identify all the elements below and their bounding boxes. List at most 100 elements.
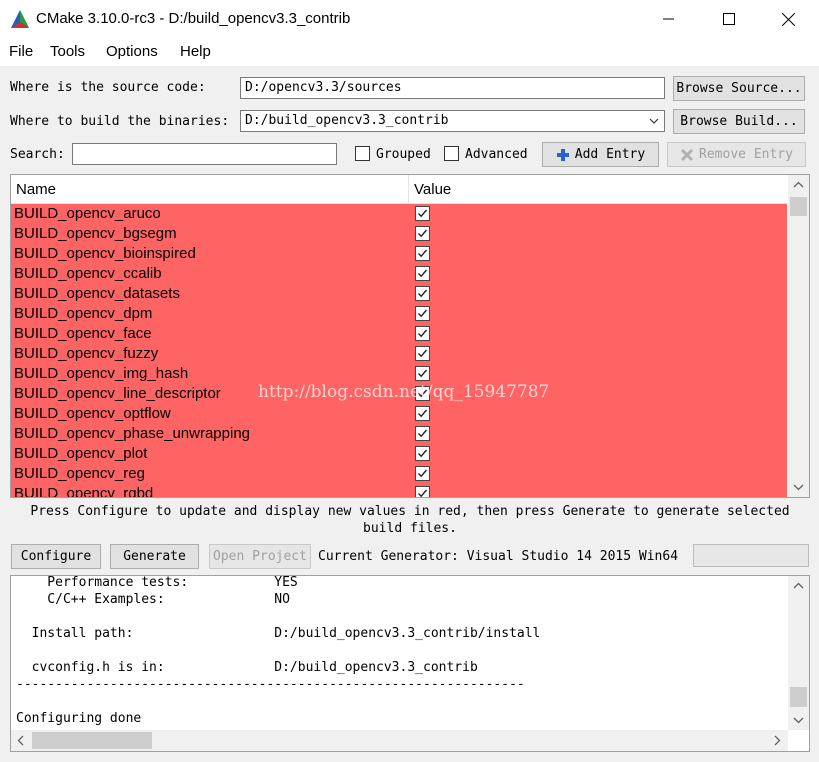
row-name: BUILD_opencv_bioinspired	[14, 245, 196, 262]
table-row[interactable]: BUILD_opencv_line_descriptor	[11, 384, 787, 404]
chevron-up-icon[interactable]	[788, 175, 809, 195]
row-name: BUILD_opencv_plot	[14, 445, 148, 462]
checkmark-icon	[418, 289, 428, 298]
column-divider[interactable]	[408, 175, 409, 204]
table-row[interactable]: BUILD_opencv_img_hash	[11, 364, 787, 384]
search-label: Search:	[10, 147, 65, 162]
row-value-checkbox[interactable]	[415, 226, 430, 241]
row-value-checkbox[interactable]	[415, 286, 430, 301]
close-icon	[781, 12, 795, 26]
table-vertical-scrollbar[interactable]	[788, 175, 809, 497]
row-value-checkbox[interactable]	[415, 426, 430, 441]
output-line: ----------------------------------------…	[16, 677, 525, 692]
remove-entry-label: Remove Entry	[699, 147, 793, 162]
browse-build-button[interactable]: Browse Build...	[673, 109, 805, 134]
chevron-down-icon[interactable]	[648, 115, 660, 127]
checkmark-icon	[418, 269, 428, 278]
chevron-right-icon[interactable]	[767, 730, 787, 751]
build-path-combobox[interactable]: D:/build_opencv3.3_contrib	[240, 110, 665, 132]
menu-options[interactable]: Options	[106, 43, 158, 60]
table-row[interactable]: BUILD_opencv_bioinspired	[11, 244, 787, 264]
output-line: Configuring done	[16, 711, 142, 726]
window-title: CMake 3.10.0-rc3 - D:/build_opencv3.3_co…	[36, 10, 351, 27]
source-path-input[interactable]: D:/opencv3.3/sources	[240, 77, 665, 99]
table-row[interactable]: BUILD_opencv_datasets	[11, 284, 787, 304]
build-path-value: D:/build_opencv3.3_contrib	[245, 113, 449, 128]
row-value-checkbox[interactable]	[415, 266, 430, 281]
table-row[interactable]: BUILD_opencv_optflow	[11, 404, 787, 424]
checkmark-icon	[418, 489, 428, 497]
row-name: BUILD_opencv_ccalib	[14, 265, 162, 282]
table-row[interactable]: BUILD_opencv_phase_unwrapping	[11, 424, 787, 444]
table-row[interactable]: BUILD_opencv_rgbd	[11, 484, 787, 497]
maximize-button[interactable]	[706, 0, 752, 38]
add-entry-button[interactable]: Add Entry	[542, 142, 659, 167]
output-horizontal-scrollbar[interactable]	[11, 730, 788, 751]
configure-button[interactable]: Configure	[11, 544, 101, 569]
generate-button[interactable]: Generate	[110, 544, 199, 569]
menu-bar: File Tools Options Help	[0, 38, 819, 66]
menu-tools[interactable]: Tools	[50, 43, 85, 60]
row-value-checkbox[interactable]	[415, 486, 430, 497]
column-header-value[interactable]: Value	[414, 181, 451, 198]
chevron-down-icon[interactable]	[788, 710, 809, 730]
advanced-label: Advanced	[465, 147, 528, 162]
row-name: BUILD_opencv_face	[14, 325, 152, 342]
checkmark-icon	[418, 229, 428, 238]
add-entry-label: Add Entry	[574, 147, 646, 162]
row-value-checkbox[interactable]	[415, 346, 430, 361]
grouped-checkbox[interactable]	[355, 146, 370, 161]
grouped-label: Grouped	[376, 147, 431, 162]
menu-file[interactable]: File	[9, 43, 33, 60]
configure-hint: Press Configure to update and display ne…	[30, 504, 790, 536]
row-name: BUILD_opencv_reg	[14, 465, 145, 482]
row-value-checkbox[interactable]	[415, 206, 430, 221]
table-header: Name Value	[11, 175, 788, 204]
cmake-logo-icon	[11, 10, 29, 28]
current-generator-label: Current Generator: Visual Studio 14 2015…	[318, 549, 679, 564]
table-body: BUILD_opencv_aruco BUILD_opencv_bgsegm BUI…	[11, 204, 787, 497]
output-scroll-thumb[interactable]	[790, 687, 807, 707]
output-line: Install path: D:/build_opencv3.3_contrib…	[16, 626, 541, 641]
chevron-up-icon[interactable]	[788, 576, 809, 596]
chevron-left-icon[interactable]	[11, 730, 31, 751]
remove-entry-button[interactable]: Remove Entry	[667, 142, 806, 167]
build-label: Where to build the binaries:	[10, 114, 230, 129]
row-value-checkbox[interactable]	[415, 326, 430, 341]
table-row[interactable]: BUILD_opencv_aruco	[11, 204, 787, 224]
row-value-checkbox[interactable]	[415, 246, 430, 261]
row-value-checkbox[interactable]	[415, 446, 430, 461]
table-row[interactable]: BUILD_opencv_reg	[11, 464, 787, 484]
row-name: BUILD_opencv_optflow	[14, 405, 171, 422]
output-log: Performance tests: YES C/C++ Examples: N…	[10, 575, 810, 752]
output-vertical-scrollbar[interactable]	[788, 576, 809, 730]
table-scroll-thumb[interactable]	[790, 197, 807, 216]
search-input[interactable]	[72, 143, 337, 165]
table-row[interactable]: BUILD_opencv_bgsegm	[11, 224, 787, 244]
progress-bar	[693, 544, 809, 567]
plus-icon	[556, 148, 569, 161]
table-row[interactable]: BUILD_opencv_face	[11, 324, 787, 344]
row-value-checkbox[interactable]	[415, 306, 430, 321]
output-hscroll-thumb[interactable]	[32, 732, 152, 749]
row-name: BUILD_opencv_datasets	[14, 285, 180, 302]
browse-source-button[interactable]: Browse Source...	[673, 76, 805, 101]
column-header-name[interactable]: Name	[16, 181, 56, 198]
open-project-button[interactable]: Open Project	[209, 544, 311, 569]
minimize-button[interactable]	[646, 0, 692, 38]
table-row[interactable]: BUILD_opencv_ccalib	[11, 264, 787, 284]
row-value-checkbox[interactable]	[415, 466, 430, 481]
output-line: Performance tests: YES	[16, 575, 298, 590]
menu-help[interactable]: Help	[180, 43, 211, 60]
row-value-checkbox[interactable]	[415, 406, 430, 421]
table-row[interactable]: BUILD_opencv_fuzzy	[11, 344, 787, 364]
output-line: cvconfig.h is in: D:/build_opencv3.3_con…	[16, 660, 478, 675]
table-row[interactable]: BUILD_opencv_dpm	[11, 304, 787, 324]
row-value-checkbox[interactable]	[415, 366, 430, 381]
row-value-checkbox[interactable]	[415, 386, 430, 401]
table-row[interactable]: BUILD_opencv_plot	[11, 444, 787, 464]
close-button[interactable]	[765, 0, 811, 38]
chevron-down-icon[interactable]	[788, 477, 809, 497]
advanced-checkbox[interactable]	[444, 146, 459, 161]
maximize-icon	[723, 13, 735, 25]
